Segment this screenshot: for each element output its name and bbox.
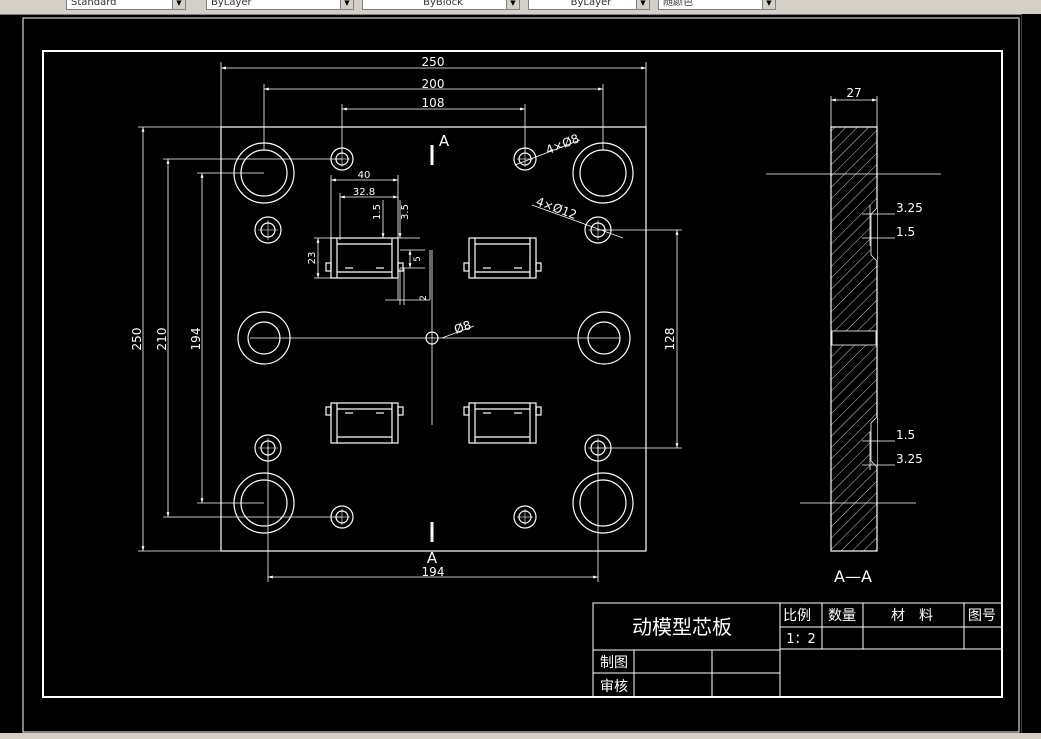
- drawing-no-header: 图号: [968, 608, 996, 624]
- section-dim-3-25-top: 3.25: [896, 201, 923, 215]
- scale-value: 1：2: [786, 632, 816, 647]
- dim-right-128: 128: [663, 328, 677, 351]
- dim-top-200: 200: [422, 77, 445, 91]
- cavity-inserts: [325, 237, 542, 444]
- dim-32-8: 32.8: [353, 187, 375, 198]
- section-view: 27 3.25 1.5 1.5 3.25 A—A: [766, 86, 941, 586]
- dim-1-5: 1.5: [372, 204, 383, 220]
- drawn-by-label: 制图: [600, 655, 628, 671]
- dim-left-194: 194: [189, 328, 203, 351]
- dim-3-5: 3.5: [400, 204, 411, 220]
- dim-5: 5: [413, 256, 423, 262]
- note-4x12: 4×Ø12: [534, 194, 579, 222]
- center-lines: [250, 250, 620, 425]
- section-dim-1-5-bot: 1.5: [896, 428, 915, 442]
- cad-drawing-canvas[interactable]: 250 200 108 40 32.8 1.5 3.5 23 5 2 250 2…: [0, 0, 1041, 739]
- dim-23: 23: [307, 252, 318, 265]
- note-4x8: 4×Ø8: [544, 131, 581, 157]
- dim-left-250: 250: [130, 328, 144, 351]
- core-plate-outline: [220, 126, 647, 552]
- scale-header: 比例: [783, 608, 811, 624]
- dim-top-250: 250: [422, 55, 445, 69]
- dim-bottom-194: 194: [422, 565, 445, 579]
- section-mark-top: A: [439, 132, 450, 150]
- section-mark-bottom: A: [427, 549, 438, 567]
- dim-2: 2: [419, 295, 429, 301]
- dim-left-210: 210: [155, 328, 169, 351]
- dimension-texts: 250 200 108 40 32.8 1.5 3.5 23 5 2 250 2…: [130, 55, 677, 579]
- title-block-text: 动模型芯板 比例 数量 材 料 图号 1：2 制图 审核: [600, 608, 996, 695]
- qty-header: 数量: [828, 608, 856, 624]
- note-8: Ø8: [452, 318, 473, 337]
- section-dim-27: 27: [846, 86, 861, 100]
- dim-top-108: 108: [422, 96, 445, 110]
- checked-by-label: 审核: [600, 679, 628, 695]
- material-header: 材 料: [891, 608, 933, 624]
- section-title: A—A: [834, 567, 872, 586]
- part-name: 动模型芯板: [632, 615, 732, 639]
- section-dim-1-5-top: 1.5: [896, 225, 915, 239]
- dim-40: 40: [358, 170, 371, 181]
- section-dim-3-25-bot: 3.25: [896, 452, 923, 466]
